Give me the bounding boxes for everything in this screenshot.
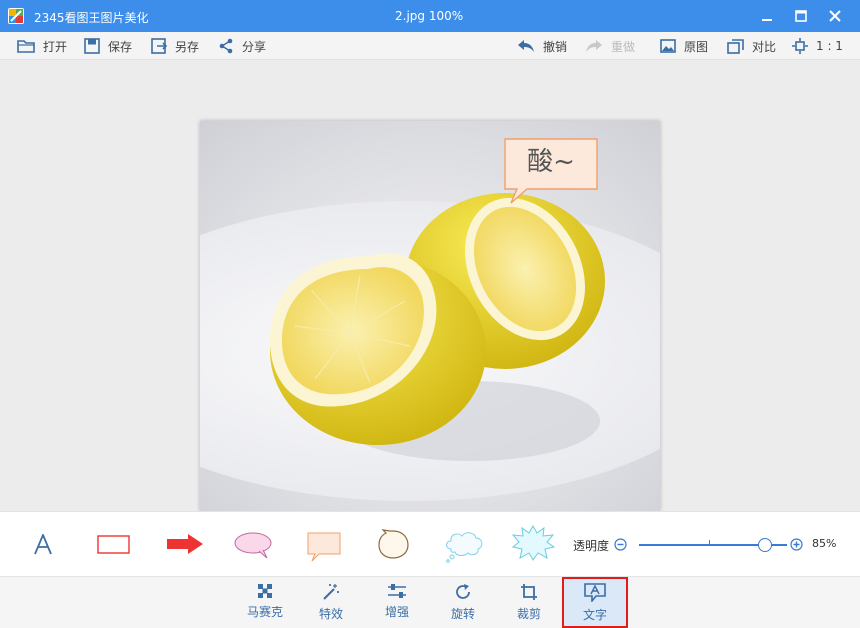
tool-crop[interactable]: 裁剪	[500, 579, 558, 625]
opacity-slider-thumb[interactable]	[758, 538, 772, 552]
tool-enhance[interactable]: 增强	[368, 579, 426, 625]
oval-bubble-icon[interactable]	[233, 531, 273, 559]
image-icon	[660, 39, 676, 53]
image-canvas: 酸~	[0, 61, 860, 511]
tool-rotate-label: 旋转	[450, 607, 475, 621]
save-label: 保存	[108, 39, 133, 54]
undo-icon	[518, 40, 534, 52]
maximize-button[interactable]	[784, 0, 818, 32]
opacity-slider-center-tick	[709, 540, 710, 546]
cloud-bubble-icon[interactable]	[443, 529, 485, 563]
close-icon	[829, 10, 841, 22]
folder-icon	[17, 40, 35, 53]
undo-button[interactable]: 撤销	[517, 36, 567, 56]
title-bar: 2345看图王图片美化 2.jpg 100%	[0, 0, 860, 32]
share-button[interactable]: 分享	[218, 36, 266, 56]
tool-mosaic-label: 马赛克	[246, 605, 283, 619]
toolbar: 打开 保存 另存 分享 撤销 重做 原图 对比 1 : 1	[0, 32, 860, 60]
opacity-value: 85%	[812, 537, 837, 550]
original-image-button[interactable]: 原图	[660, 36, 708, 56]
actual-size-label: 1 : 1	[816, 39, 843, 53]
opacity-increase-icon[interactable]	[790, 538, 803, 551]
app-title: 2345看图王图片美化	[34, 11, 149, 25]
opacity-decrease-icon[interactable]	[614, 538, 627, 551]
tool-enhance-label: 增强	[384, 605, 409, 619]
open-label: 打开	[43, 39, 68, 54]
tool-rotate[interactable]: 旋转	[434, 579, 492, 625]
burst-bubble-icon[interactable]	[511, 525, 555, 561]
original-label: 原图	[684, 39, 709, 54]
app-logo-icon	[8, 8, 24, 24]
close-button[interactable]	[818, 0, 852, 32]
maximize-icon	[795, 10, 807, 22]
undo-label: 撤销	[543, 39, 568, 54]
text-box-icon	[584, 583, 606, 602]
rectangle-shape-icon[interactable]	[97, 535, 130, 554]
tool-effects[interactable]: 特效	[302, 579, 360, 625]
minimize-icon	[762, 19, 772, 21]
save-as-label: 另存	[175, 39, 200, 54]
opacity-slider[interactable]	[639, 537, 787, 553]
save-button[interactable]: 保存	[84, 36, 132, 56]
fit-size-icon	[792, 38, 808, 54]
save-as-button[interactable]: 另存	[151, 36, 199, 56]
actual-size-button[interactable]: 1 : 1	[792, 36, 843, 56]
mosaic-icon	[258, 584, 272, 598]
tool-text[interactable]: 文字	[562, 577, 628, 628]
opacity-label: 透明度	[573, 539, 610, 553]
save-icon	[84, 38, 100, 54]
tool-text-label: 文字	[582, 608, 607, 622]
magic-wand-icon	[323, 584, 339, 600]
document-title: 2.jpg 100%	[395, 9, 464, 23]
tool-effects-label: 特效	[318, 607, 343, 621]
share-label: 分享	[242, 39, 267, 54]
redo-label: 重做	[611, 39, 636, 54]
compare-icon	[727, 38, 744, 54]
redo-icon	[586, 40, 602, 52]
edit-tools-bar: 马赛克 特效 增强 旋转 裁剪 文字	[0, 577, 860, 628]
minimize-button[interactable]	[750, 0, 784, 32]
crop-icon	[521, 584, 537, 600]
round-bubble-icon[interactable]	[377, 529, 410, 560]
arrow-shape-icon[interactable]	[166, 533, 204, 555]
compare-button[interactable]: 对比	[727, 36, 776, 56]
compare-label: 对比	[752, 39, 777, 54]
share-icon	[219, 38, 233, 54]
open-button[interactable]: 打开	[17, 36, 67, 56]
tool-mosaic[interactable]: 马赛克	[236, 579, 294, 625]
save-as-icon	[151, 38, 167, 54]
redo-button[interactable]: 重做	[585, 36, 635, 56]
tool-crop-label: 裁剪	[516, 607, 541, 621]
rect-bubble-icon[interactable]	[307, 532, 341, 562]
text-shape-icon[interactable]	[34, 534, 52, 556]
shape-panel: 透明度 85%	[0, 511, 860, 577]
bubble-text[interactable]: 酸~	[503, 147, 599, 177]
sliders-icon	[388, 584, 406, 598]
rotate-icon	[456, 584, 470, 599]
